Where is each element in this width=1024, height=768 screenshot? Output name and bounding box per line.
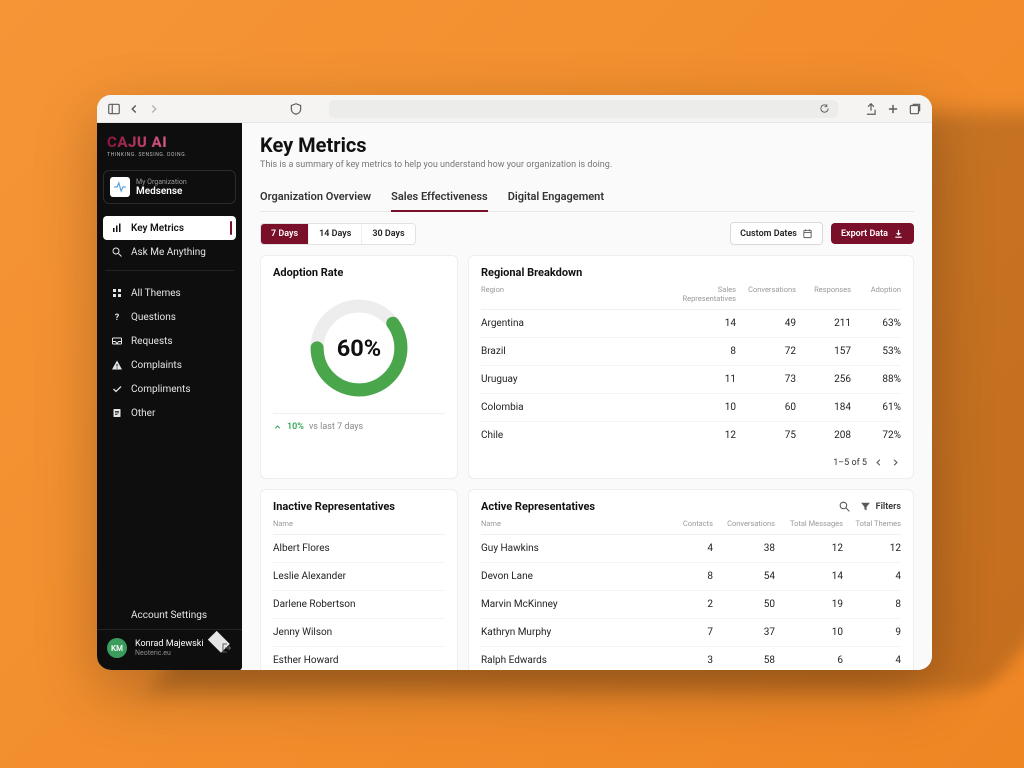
user-card[interactable]: KM Konrad Majewski Neoteric.eu bbox=[97, 629, 242, 662]
tab-sales-effectiveness[interactable]: Sales Effectiveness bbox=[391, 182, 488, 211]
new-tab-icon[interactable] bbox=[886, 102, 900, 116]
gear-icon bbox=[111, 609, 123, 621]
search-icon bbox=[838, 500, 851, 513]
filters-button[interactable]: Filters bbox=[859, 500, 901, 513]
table-row[interactable]: Marvin McKinney250198 bbox=[481, 591, 901, 619]
table-row[interactable]: Esther Howard bbox=[273, 647, 445, 670]
page-title: Key Metrics bbox=[260, 133, 914, 157]
adoption-rate-card: Adoption Rate 60% 10% vs last 7 days bbox=[260, 255, 458, 479]
reload-icon[interactable] bbox=[819, 103, 830, 114]
page-indicator: 1–5 of 5 bbox=[833, 458, 867, 468]
range-30-days[interactable]: 30 Days bbox=[362, 224, 414, 244]
bar-chart-icon bbox=[111, 222, 123, 234]
adoption-donut-chart: 60% bbox=[304, 293, 414, 403]
adoption-compare: vs last 7 days bbox=[309, 422, 363, 432]
nav-key-metrics[interactable]: Key Metrics bbox=[103, 216, 236, 240]
nav-label: Ask Me Anything bbox=[131, 247, 206, 258]
user-domain: Neoteric.eu bbox=[135, 649, 204, 657]
brand-name: CAJU AI bbox=[107, 133, 232, 151]
adoption-value: 60% bbox=[337, 334, 381, 362]
logout-icon[interactable] bbox=[220, 642, 232, 654]
browser-chrome bbox=[97, 95, 932, 123]
filter-icon bbox=[859, 500, 872, 513]
table-header: Region Sales Representatives Conversatio… bbox=[481, 279, 901, 310]
nav-label: All Themes bbox=[131, 288, 181, 299]
tab-organization-overview[interactable]: Organization Overview bbox=[260, 182, 371, 211]
custom-dates-button[interactable]: Custom Dates bbox=[730, 222, 823, 245]
export-data-button[interactable]: Export Data bbox=[831, 223, 914, 244]
table-row[interactable]: Argentina144921163% bbox=[481, 310, 901, 338]
nav-account-settings[interactable]: Account Settings bbox=[103, 601, 236, 629]
table-row[interactable]: Devon Lane854144 bbox=[481, 563, 901, 591]
nav-label: Compliments bbox=[131, 384, 191, 395]
table-row[interactable]: Kathryn Murphy737109 bbox=[481, 619, 901, 647]
tab-digital-engagement[interactable]: Digital Engagement bbox=[508, 182, 604, 211]
share-icon[interactable] bbox=[864, 102, 878, 116]
privacy-shield-icon[interactable] bbox=[289, 102, 303, 116]
card-title: Adoption Rate bbox=[273, 266, 343, 279]
table-row[interactable]: Uruguay117325688% bbox=[481, 366, 901, 394]
button-label: Export Data bbox=[841, 229, 888, 239]
button-label: Custom Dates bbox=[740, 229, 797, 239]
page-prev-icon[interactable] bbox=[873, 457, 884, 468]
nav-other[interactable]: Other bbox=[103, 401, 236, 425]
document-icon bbox=[111, 407, 123, 419]
url-bar[interactable] bbox=[329, 100, 838, 118]
sidebar: CAJU AI THINKING. SENSING. DOING. My Org… bbox=[97, 123, 242, 670]
nav-back-icon[interactable] bbox=[127, 102, 141, 116]
filters-label: Filters bbox=[876, 502, 901, 512]
tab-overview-icon[interactable] bbox=[908, 102, 922, 116]
calendar-icon bbox=[802, 228, 813, 239]
page-next-icon[interactable] bbox=[890, 457, 901, 468]
pagination: 1–5 of 5 bbox=[481, 449, 901, 468]
table-row[interactable]: Guy Hawkins4381212 bbox=[481, 535, 901, 563]
toolbar: 7 Days 14 Days 30 Days Custom Dates Expo… bbox=[260, 222, 914, 245]
download-icon bbox=[893, 228, 904, 239]
card-title: Regional Breakdown bbox=[481, 266, 901, 279]
table-row[interactable]: Colombia106018461% bbox=[481, 394, 901, 422]
nav-label: Requests bbox=[131, 336, 173, 347]
date-range-segment: 7 Days 14 Days 30 Days bbox=[260, 223, 416, 245]
adoption-delta: 10% bbox=[287, 422, 304, 432]
regional-breakdown-card: Regional Breakdown Region Sales Represen… bbox=[468, 255, 914, 479]
card-title: Active Representatives bbox=[481, 500, 830, 513]
page-subtitle: This is a summary of key metrics to help… bbox=[260, 160, 914, 170]
table-row[interactable]: Ralph Edwards35864 bbox=[481, 647, 901, 670]
nav-label: Questions bbox=[131, 312, 176, 323]
table-row[interactable]: Darlene Robertson bbox=[273, 591, 445, 619]
table-row[interactable]: Brazil87215753% bbox=[481, 338, 901, 366]
inactive-reps-card: Inactive Representatives Name Albert Flo… bbox=[260, 489, 458, 670]
brand-tagline: THINKING. SENSING. DOING. bbox=[107, 152, 232, 158]
table-header: Name Contacts Conversations Total Messag… bbox=[481, 513, 901, 535]
table-header: Name bbox=[273, 513, 445, 535]
org-name: Medsense bbox=[136, 186, 187, 197]
table-row[interactable]: Jenny Wilson bbox=[273, 619, 445, 647]
org-label: My Organization bbox=[136, 178, 187, 186]
trend-up-icon bbox=[273, 423, 282, 432]
nav-label: Complaints bbox=[131, 360, 182, 371]
nav-forward-icon[interactable] bbox=[147, 102, 161, 116]
table-row[interactable]: Chile127520872% bbox=[481, 422, 901, 449]
sidebar-toggle-icon[interactable] bbox=[107, 102, 121, 116]
table-row[interactable]: Leslie Alexander bbox=[273, 563, 445, 591]
active-reps-card: Active Representatives Filters Name Cont… bbox=[468, 489, 914, 670]
main-content: Key Metrics This is a summary of key met… bbox=[242, 123, 932, 670]
nav-label: Account Settings bbox=[131, 610, 207, 621]
table-row[interactable]: Albert Flores bbox=[273, 535, 445, 563]
card-title: Inactive Representatives bbox=[273, 500, 445, 513]
page-tabs: Organization Overview Sales Effectivenes… bbox=[260, 182, 914, 212]
range-7-days[interactable]: 7 Days bbox=[261, 224, 309, 244]
nav-label: Other bbox=[131, 408, 155, 419]
search-button[interactable] bbox=[838, 500, 851, 513]
nav-label: Key Metrics bbox=[131, 223, 184, 234]
user-avatar: KM bbox=[107, 638, 127, 658]
divider bbox=[105, 270, 234, 271]
app-window: CAJU AI THINKING. SENSING. DOING. My Org… bbox=[97, 95, 932, 670]
user-name: Konrad Majewski bbox=[135, 639, 204, 649]
range-14-days[interactable]: 14 Days bbox=[309, 224, 362, 244]
